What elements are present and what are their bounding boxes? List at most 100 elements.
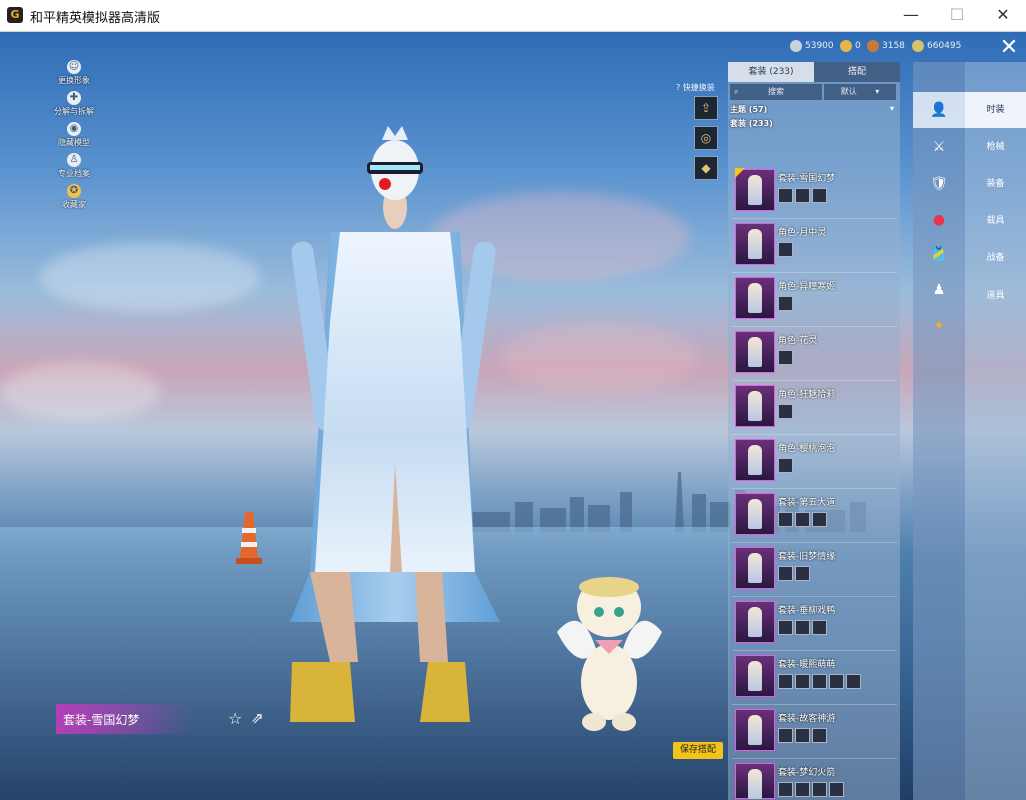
list-item[interactable]: 套装-故客神游 bbox=[732, 706, 897, 759]
item-title: 角色-月中灵 bbox=[778, 228, 827, 238]
currency-value: 3158 bbox=[882, 41, 905, 51]
wardrobe-icon[interactable]: ⇪ bbox=[694, 96, 718, 120]
category-tab-props[interactable]: 道具 bbox=[965, 278, 1026, 314]
collector-icon: ✪ bbox=[67, 184, 81, 198]
item-parts bbox=[778, 674, 863, 689]
item-title: 套装-故客神游 bbox=[778, 714, 836, 724]
maximize-button[interactable]: ☐ bbox=[934, 0, 980, 31]
item-title: 角色-异瞳寒姬 bbox=[778, 282, 836, 292]
item-title: 套装-旧梦情缘 bbox=[778, 552, 836, 562]
favorite-star-icon[interactable]: ☆ bbox=[228, 709, 242, 728]
item-parts bbox=[778, 404, 795, 419]
list-item[interactable]: 角色-狂魅哈莉 bbox=[732, 382, 897, 435]
outfit-thumbnail bbox=[735, 277, 775, 319]
diamond-icon[interactable]: ◆ bbox=[694, 156, 718, 180]
emblem-icon[interactable]: ◎ bbox=[694, 126, 718, 150]
currency-value: 660495 bbox=[927, 41, 962, 51]
equipment-icon[interactable]: 🛡 bbox=[913, 166, 965, 202]
gun-icon[interactable]: ⚔ bbox=[913, 129, 965, 165]
cloud bbox=[40, 242, 260, 312]
quick-change-label[interactable]: ? 快捷换装 bbox=[676, 82, 715, 93]
list-item[interactable]: 套装-第五大道 bbox=[732, 490, 897, 543]
minimize-button[interactable]: — bbox=[888, 0, 934, 31]
quick-change-text: 快捷换装 bbox=[682, 83, 715, 92]
item-parts bbox=[778, 566, 812, 581]
currency-silver: 53900 bbox=[790, 38, 834, 54]
panel-tabs: 套装 (233) 搭配 bbox=[728, 62, 900, 82]
search-row: ⌕ 搜索 默认 ▾ bbox=[728, 84, 900, 100]
outfit-panel: 套装 (233) 搭配 ⌕ 搜索 默认 ▾ 主题 (57) ▾ 套装 (233)… bbox=[728, 62, 900, 800]
close-icon[interactable]: ✕ bbox=[994, 34, 1024, 62]
share-icon[interactable]: ⇗ bbox=[251, 709, 264, 727]
player-character[interactable] bbox=[270, 102, 520, 742]
category-tab-equipment[interactable]: 装备 bbox=[965, 166, 1026, 202]
save-outfit-button[interactable]: 保存搭配 bbox=[673, 742, 723, 759]
outfit-thumbnail bbox=[735, 601, 775, 643]
category-tab-vehicles[interactable]: 载具 bbox=[965, 203, 1026, 239]
silver-coin-icon bbox=[790, 40, 802, 52]
list-item[interactable]: 角色-花灵 bbox=[732, 328, 897, 381]
tab-combinations[interactable]: 搭配 bbox=[814, 62, 900, 82]
vehicle-icon[interactable]: ● bbox=[913, 202, 965, 238]
emote-icon[interactable]: ✦ bbox=[913, 308, 965, 344]
list-item[interactable]: 角色-异瞳寒姬 bbox=[732, 274, 897, 327]
left-menu-profile[interactable]: ♙ 专业档案 bbox=[50, 153, 98, 184]
person-icon: ☺ bbox=[67, 60, 81, 74]
section-theme[interactable]: 主题 (57) bbox=[730, 104, 767, 115]
category-tab-outfit[interactable]: 时装 bbox=[965, 92, 1026, 128]
category-label-rail: 时装 枪械 装备 载具 战备 道具 bbox=[965, 62, 1026, 800]
list-item[interactable]: 套装-暖熙萌萌 bbox=[732, 652, 897, 705]
list-item[interactable]: 套装-垂柳戏鸭 bbox=[732, 598, 897, 651]
left-menu-decompose[interactable]: ✚ 分解与拆解 bbox=[50, 91, 98, 122]
item-parts bbox=[778, 620, 829, 635]
outfit-thumbnail bbox=[735, 331, 775, 373]
item-title: 套装-梦幻火箭 bbox=[778, 768, 836, 778]
list-item[interactable]: 角色-樱桃泡泡 bbox=[732, 436, 897, 489]
left-menu-collector[interactable]: ✪ 收藏家 bbox=[50, 184, 98, 215]
traffic-cone bbox=[236, 512, 262, 564]
section-outfits[interactable]: 套装 (233) bbox=[730, 118, 773, 129]
companion-pet[interactable] bbox=[552, 562, 667, 742]
app-window: G 和平精英模拟器高清版 — ☐ ✕ ☺ 更换形象 ✚ 分解与拆解 ◉ 隐藏模型… bbox=[0, 0, 1026, 800]
item-parts bbox=[778, 350, 795, 365]
category-icon-rail: 👤 ⚔ 🛡 ● 🎽 ♟ ✦ bbox=[913, 62, 965, 800]
item-title: 套装-雪国幻梦 bbox=[778, 174, 836, 184]
left-menu-hide-model[interactable]: ◉ 隐藏模型 bbox=[50, 122, 98, 153]
item-parts bbox=[778, 782, 846, 797]
window-title: 和平精英模拟器高清版 bbox=[30, 11, 161, 26]
tab-outfits[interactable]: 套装 (233) bbox=[728, 62, 814, 82]
left-menu-label: 隐藏模型 bbox=[58, 138, 90, 147]
sort-label: 默认 bbox=[840, 87, 857, 96]
item-title: 角色-花灵 bbox=[778, 336, 818, 346]
sort-select[interactable]: 默认 ▾ bbox=[824, 84, 896, 100]
list-item[interactable]: 套装-旧梦情缘 bbox=[732, 544, 897, 597]
currency-gold: 0 bbox=[840, 38, 861, 54]
prop-icon[interactable]: ♟ bbox=[913, 272, 965, 308]
help-icon: ? bbox=[676, 83, 681, 92]
left-menu-label: 收藏家 bbox=[62, 200, 86, 209]
diamond-coin-icon bbox=[912, 40, 924, 52]
chevron-down-icon: ▾ bbox=[875, 87, 880, 96]
outfit-thumbnail bbox=[735, 763, 775, 799]
list-item[interactable]: 角色-月中灵 bbox=[732, 220, 897, 273]
list-item[interactable]: 套装-雪国幻梦 bbox=[732, 166, 897, 219]
currency-ticket: 3158 bbox=[867, 38, 905, 54]
search-icon: ⌕ bbox=[734, 87, 739, 96]
list-item[interactable]: 套装-梦幻火箭 bbox=[732, 760, 897, 800]
search-placeholder: 搜索 bbox=[768, 87, 784, 96]
window-close-button[interactable]: ✕ bbox=[980, 0, 1026, 31]
cloud bbox=[0, 362, 160, 422]
outfit-thumbnail bbox=[735, 655, 775, 697]
category-tab-guns[interactable]: 枪械 bbox=[965, 129, 1026, 165]
game-scene: ☺ 更换形象 ✚ 分解与拆解 ◉ 隐藏模型 ♙ 专业档案 ✪ 收藏家 53900… bbox=[0, 32, 1026, 800]
currency-diamond: 660495 bbox=[912, 38, 961, 54]
combat-gear-icon[interactable]: 🎽 bbox=[913, 236, 965, 272]
left-menu-label: 更换形象 bbox=[58, 76, 90, 85]
item-parts bbox=[778, 242, 795, 257]
chevron-down-icon: ▾ bbox=[890, 104, 895, 113]
category-tab-combat-gear[interactable]: 战备 bbox=[965, 240, 1026, 276]
currency-value: 53900 bbox=[805, 41, 834, 51]
search-input[interactable]: ⌕ 搜索 bbox=[730, 84, 822, 100]
outfit-icon[interactable]: 👤 bbox=[913, 92, 965, 128]
left-menu-change-look[interactable]: ☺ 更换形象 bbox=[50, 60, 98, 91]
